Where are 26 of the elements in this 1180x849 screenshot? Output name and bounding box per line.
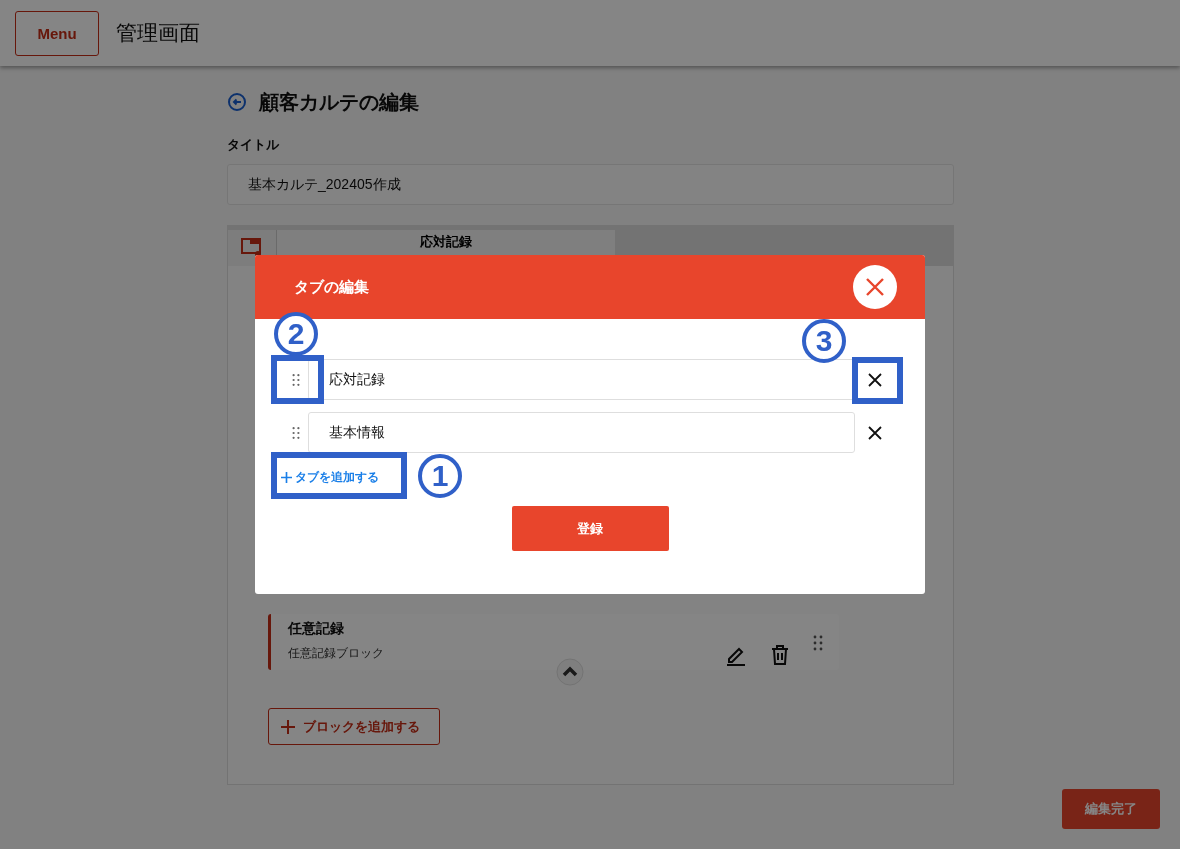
tab-settings-icon[interactable] [241, 238, 263, 258]
add-block-button[interactable]: ブロックを追加する [268, 708, 440, 745]
menu-button[interactable]: Menu [15, 10, 99, 56]
register-button[interactable]: 登録 [511, 506, 669, 551]
close-icon [865, 277, 885, 297]
close-button[interactable] [853, 265, 897, 309]
highlight-frame [852, 357, 903, 404]
close-icon [868, 372, 882, 387]
trash-icon[interactable] [769, 644, 791, 666]
back-icon[interactable] [227, 92, 247, 112]
close-icon [868, 425, 882, 440]
block-title: 任意記録 [288, 620, 345, 638]
block-subtitle: 任意記録ブロック [288, 645, 385, 662]
tab-name-field[interactable]: 応対記録 [308, 359, 855, 400]
title-field[interactable]: 基本カルテ_202405作成 [227, 164, 954, 205]
drag-handle-icon[interactable] [813, 635, 823, 651]
page-heading: 顧客カルテの編集 [259, 89, 419, 115]
highlight-frame [271, 355, 324, 404]
modal-title: タブの編集 [294, 277, 369, 297]
tab-name-field[interactable]: 基本情報 [308, 412, 855, 453]
app-title: 管理画面 [116, 20, 200, 46]
finish-button[interactable]: 編集完了 [1062, 789, 1160, 829]
collapse-icon[interactable] [556, 658, 584, 686]
plus-icon [281, 719, 295, 734]
plus-icon [281, 472, 292, 483]
field-label: タイトル [227, 136, 280, 154]
